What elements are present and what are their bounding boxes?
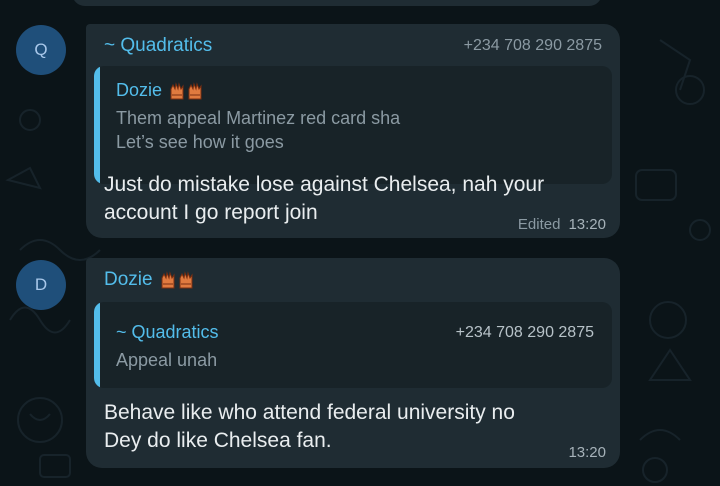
quoted-text-line: Them appeal Martinez red card sha (116, 108, 401, 128)
message-time: 13:20 (568, 216, 606, 233)
avatar-dozie[interactable]: D (16, 260, 66, 310)
quote-accent-bar (94, 66, 100, 184)
quoted-message[interactable]: ~ Quadratics +234 708 290 2875 Appeal un… (94, 302, 612, 388)
quote-accent-bar (94, 302, 100, 388)
quoted-text-line: Appeal unah (116, 350, 218, 370)
message-time: 13:20 (568, 444, 606, 461)
message-meta: 13:20 (568, 444, 606, 461)
goalkeeper-gloves-icon (168, 81, 204, 100)
message-meta: Edited 13:20 (518, 216, 606, 233)
quoted-sender-name: Dozie (116, 80, 163, 100)
quoted-sender-name: ~ Quadratics (116, 322, 219, 342)
quoted-sender-phone: +234 708 290 2875 (455, 324, 594, 341)
sender-phone: +234 708 290 2875 (463, 37, 602, 54)
quoted-text-line: Let’s see how it goes (116, 132, 284, 152)
sender-name[interactable]: Dozie (104, 269, 153, 291)
sender-name[interactable]: ~ Quadratics (104, 35, 212, 57)
message-bubble[interactable]: Dozie ~ Quadratics +234 708 290 2875 App… (86, 258, 620, 468)
message-text-line: Just do mistake lose against Chelsea, na… (104, 173, 545, 196)
edited-label: Edited (517, 216, 561, 233)
avatar-letter: Q (34, 40, 48, 59)
avatar-quadratics[interactable]: Q (16, 25, 66, 75)
message-text-line: account I go report join (104, 201, 318, 224)
message-text-line: Dey do like Chelsea fan. (104, 429, 332, 452)
avatar-letter: D (34, 275, 48, 294)
goalkeeper-gloves-icon (159, 271, 195, 289)
message-text-line: Behave like who attend federal universit… (104, 401, 515, 424)
quoted-sender: Dozie (116, 80, 204, 101)
message-bubble[interactable]: ~ Quadratics +234 708 290 2875 Dozie The… (86, 24, 620, 238)
previous-message-bubble (72, 0, 602, 6)
quoted-message[interactable]: Dozie Them appeal Martinez red card sha … (94, 66, 612, 184)
